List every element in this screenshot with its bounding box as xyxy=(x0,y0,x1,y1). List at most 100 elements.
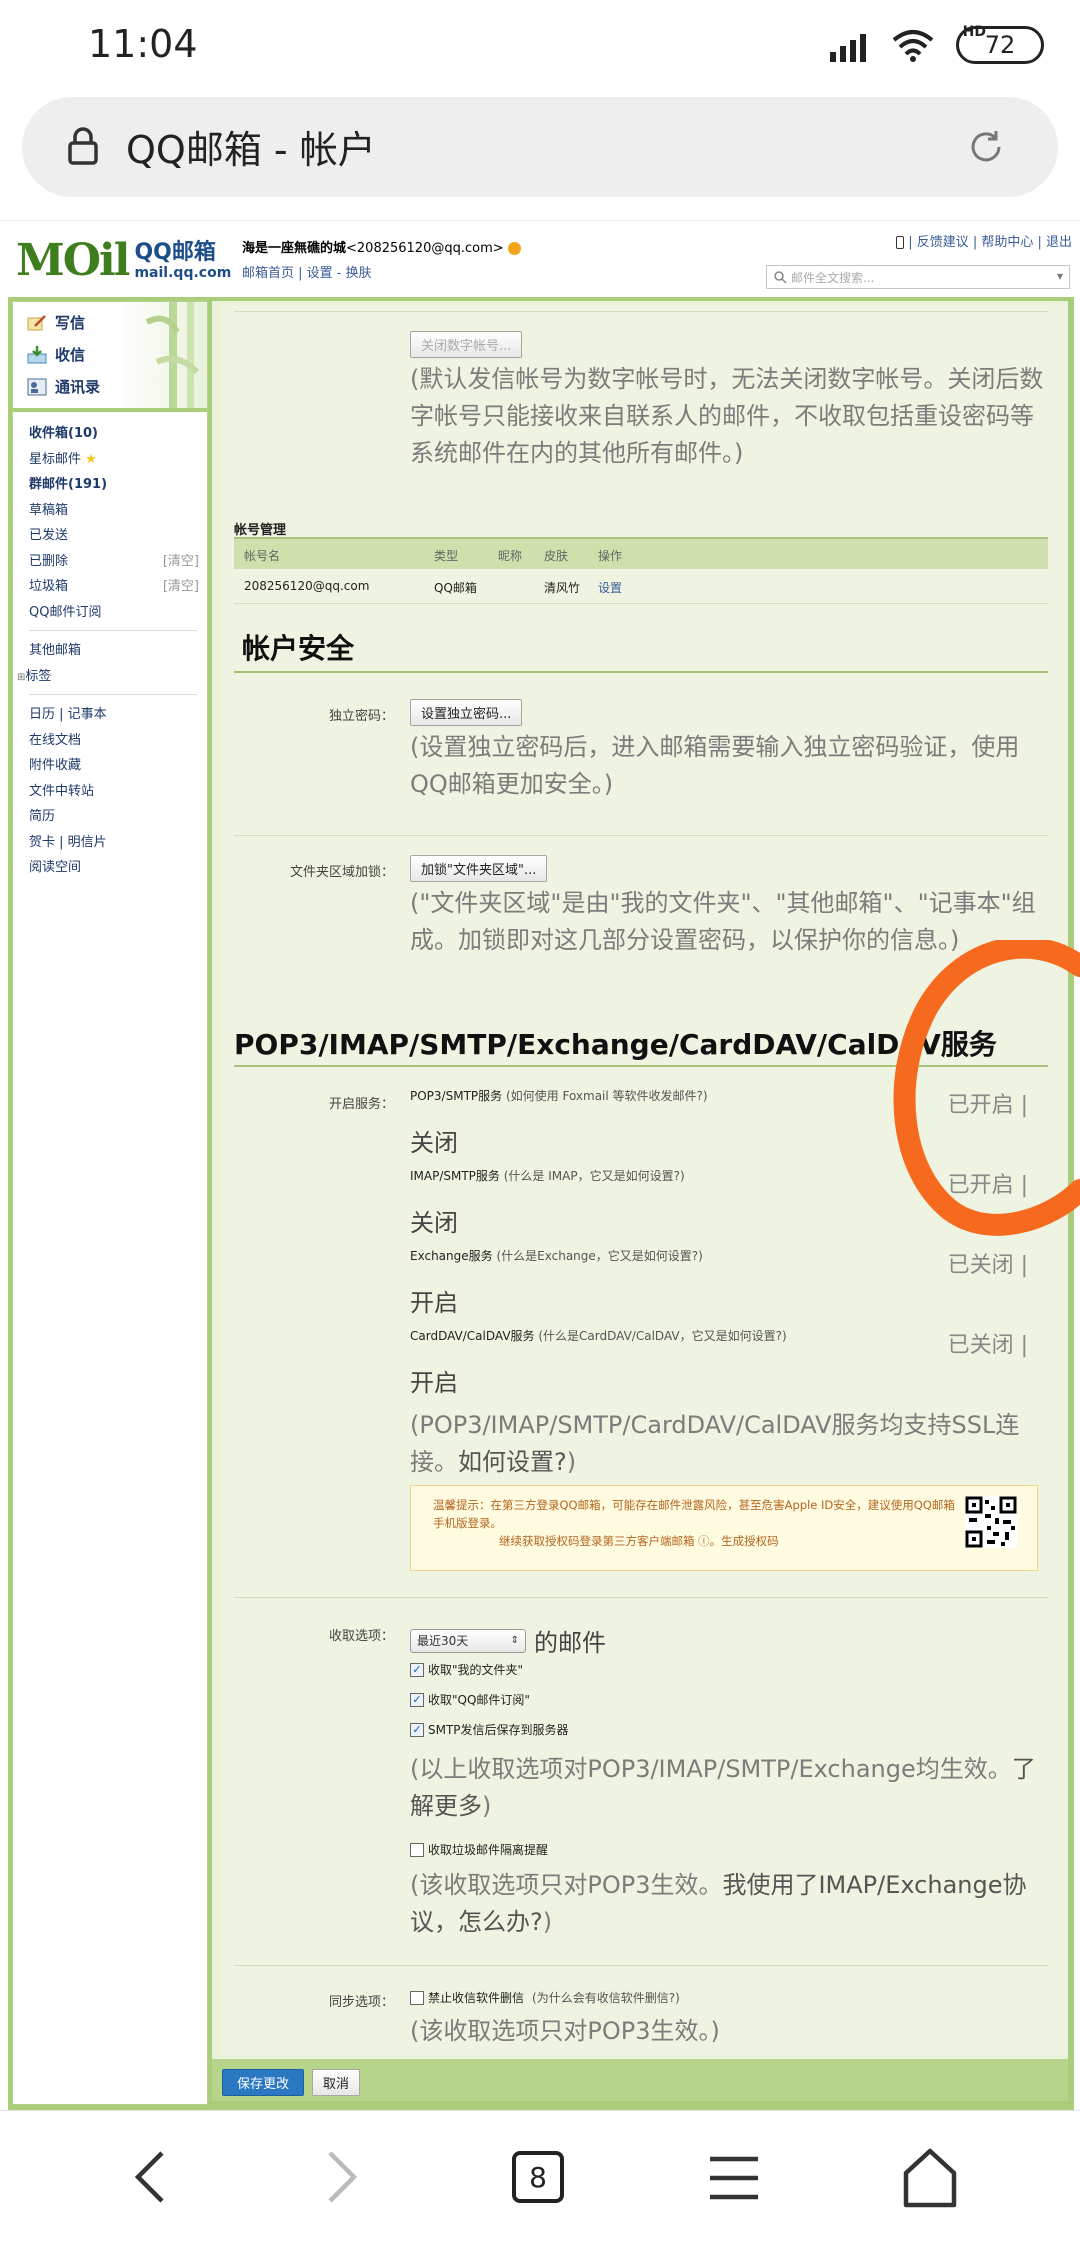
exchange-toggle-link[interactable]: 开启 xyxy=(410,1283,458,1318)
tool-attachments[interactable]: 附件收藏 xyxy=(29,754,207,780)
receive-label: 收信 xyxy=(55,346,86,364)
spam-note-end: ) xyxy=(542,1908,553,1936)
user-email: <208256120@qq.com> xyxy=(346,241,504,256)
checkbox-label: 禁止收信软件删信 xyxy=(428,1991,525,2005)
tool-label: 阅读空间 xyxy=(29,860,82,875)
service-help-link[interactable]: (什么是CardDAV/CalDAV，它又是如何设置?) xyxy=(538,1329,786,1343)
contacts-button[interactable]: 通讯录 xyxy=(27,376,100,397)
alert-dot-icon[interactable] xyxy=(507,242,521,255)
service-status: 已开启 | xyxy=(947,1173,1028,1198)
folder-tags[interactable]: ⊞标签 xyxy=(17,665,207,691)
button-label[interactable]: 设置独立密码... xyxy=(410,699,523,726)
mail-header: MOil QQ邮箱 mail.qq.com 海是一座無礁的城<208256120… xyxy=(0,221,1080,297)
tool-label: 贺卡 | 明信片 xyxy=(29,834,107,850)
checkbox-checked-icon[interactable]: ✓ xyxy=(410,1662,424,1677)
folder-group-mail[interactable]: 群邮件(191) xyxy=(29,473,207,499)
divider xyxy=(29,630,197,631)
carddav-toggle-link[interactable]: 开启 xyxy=(410,1363,458,1398)
folder-inbox[interactable]: 收件箱(10) xyxy=(29,422,207,448)
folder-subscriptions[interactable]: QQ邮件订阅 xyxy=(29,601,207,627)
smtp-save-checkbox[interactable]: ✓ SMTP发信后保存到服务器 xyxy=(410,1721,569,1738)
tool-resume[interactable]: 简历 xyxy=(29,805,207,831)
spam-reminder-checkbox[interactable]: 收取垃圾邮件隔离提醒 xyxy=(410,1841,548,1858)
tool-file-transfer[interactable]: 文件中转站 xyxy=(29,780,207,806)
checkbox-unchecked-icon[interactable] xyxy=(410,1990,424,2005)
top-links[interactable]: | 反馈建议 | 帮助中心 | 退出 xyxy=(896,231,1072,250)
service-help-link[interactable]: (什么是 IMAP，它又是如何设置?) xyxy=(504,1169,685,1183)
receive-subscriptions-checkbox[interactable]: ✓ 收取"QQ邮件订阅" xyxy=(410,1691,530,1708)
security-notice: 温馨提示：在第三方登录QQ邮箱，可能存在邮件泄露风险，甚至危害Apple ID安… xyxy=(410,1485,1038,1571)
independent-password-note: (设置独立密码后，进入邮箱需要输入独立密码验证，使用QQ邮箱更加安全。) xyxy=(410,733,1020,798)
cancel-button[interactable]: 取消 xyxy=(312,2069,361,2096)
reload-icon[interactable] xyxy=(966,127,1006,167)
page-title: QQ邮箱 - 帐户 xyxy=(126,128,376,172)
receive-my-folders-checkbox[interactable]: ✓ 收取"我的文件夹" xyxy=(410,1661,523,1678)
phone-icon[interactable] xyxy=(896,236,905,249)
checkbox-checked-icon[interactable]: ✓ xyxy=(410,1692,424,1707)
col-action: 操作 xyxy=(598,549,623,563)
search-placeholder: 邮件全文搜索... xyxy=(791,271,875,285)
checkbox-unchecked-icon[interactable] xyxy=(410,1842,424,1857)
tabs-button[interactable]: 8 xyxy=(512,2151,564,2203)
folder-lock-button[interactable]: 加锁"文件夹区域"... xyxy=(410,855,548,882)
folder-label: 收件箱(10) xyxy=(29,426,98,441)
col-type: 类型 xyxy=(434,549,459,563)
service-help-link[interactable]: (如何使用 Foxmail 等软件收发邮件?) xyxy=(506,1089,708,1103)
home-icon[interactable] xyxy=(900,2147,960,2209)
clock: 11:04 xyxy=(88,22,198,66)
prevent-delete-checkbox[interactable]: 禁止收信软件删信 (为什么会有收信软件删信?) xyxy=(410,1989,680,2006)
generate-auth-code-link[interactable]: 继续获取授权码登录第三方客户端邮箱 ⓘ。生成授权码 xyxy=(499,1532,957,1550)
folder-deleted[interactable]: 已删除 [清空] xyxy=(29,550,207,576)
settings-link[interactable]: 设置 xyxy=(598,579,622,596)
divider xyxy=(234,1065,1048,1067)
folder-sent[interactable]: 已发送 xyxy=(29,524,207,550)
service-name: POP3/SMTP服务 xyxy=(410,1089,503,1103)
tool-cards[interactable]: 贺卡 | 明信片 xyxy=(29,831,207,857)
save-button[interactable]: 保存更改 xyxy=(222,2069,305,2096)
signal-icon: HD xyxy=(826,24,986,62)
checkbox-label: SMTP发信后保存到服务器 xyxy=(428,1723,569,1737)
address-bar[interactable]: QQ邮箱 - 帐户 xyxy=(22,97,1058,197)
sidebar: 写信 收信 通讯录 收件箱(10) 星标邮件 ★ 群邮件(191) 草稿箱 已发… xyxy=(12,301,208,2105)
divider xyxy=(234,671,1048,673)
clear-spam-link[interactable]: [清空] xyxy=(163,575,199,594)
folder-starred[interactable]: 星标邮件 ★ xyxy=(29,448,207,474)
pop3-toggle-link[interactable]: 关闭 xyxy=(410,1123,458,1158)
user-info: 海是一座無礁的城<208256120@qq.com> 邮箱首页 | 设置 - 换… xyxy=(242,237,521,281)
tool-reading[interactable]: 阅读空间 xyxy=(29,856,207,882)
imap-toggle-link[interactable]: 关闭 xyxy=(410,1203,458,1238)
folder-spam[interactable]: 垃圾箱 [清空] xyxy=(29,575,207,601)
folder-lock-label: 文件夹区域加锁： xyxy=(289,865,394,880)
checkbox-checked-icon[interactable]: ✓ xyxy=(410,1722,424,1737)
qr-code-icon xyxy=(965,1496,1017,1548)
folder-drafts[interactable]: 草稿箱 xyxy=(29,499,207,525)
receive-period-select[interactable]: 最近30天 ⇕ xyxy=(410,1628,526,1653)
tool-docs[interactable]: 在线文档 xyxy=(29,729,207,755)
contacts-label: 通讯录 xyxy=(55,378,101,396)
receive-button[interactable]: 收信 xyxy=(27,344,85,365)
ssl-note-end: ) xyxy=(566,1448,577,1476)
button-label[interactable]: 加锁"文件夹区域"... xyxy=(410,855,548,882)
user-links[interactable]: 邮箱首页 | 设置 - 换肤 xyxy=(242,262,521,281)
service-name: CardDAV/CalDAV服务 xyxy=(410,1329,535,1343)
set-independent-password-button[interactable]: 设置独立密码... xyxy=(410,699,523,726)
digital-account-note: (默认发信帐号为数字帐号时，无法关闭数字帐号。关闭后数字帐号只能接收来自联系人的… xyxy=(410,365,1044,467)
compose-button[interactable]: 写信 xyxy=(27,312,85,333)
forward-icon[interactable] xyxy=(322,2147,362,2207)
compose-icon xyxy=(27,314,46,330)
chevron-down-icon[interactable]: ▾ xyxy=(1057,269,1063,283)
menu-icon[interactable] xyxy=(708,2155,760,2201)
qq-mail-logo[interactable]: MOil QQ邮箱 mail.qq.com xyxy=(16,235,231,286)
folder-other-mailbox[interactable]: 其他邮箱 xyxy=(29,639,207,665)
clear-deleted-link[interactable]: [清空] xyxy=(163,550,199,569)
receive-note-end: ) xyxy=(482,1792,492,1820)
service-help-link[interactable]: (什么是Exchange，它又是如何设置?) xyxy=(496,1249,702,1263)
close-digital-account-button[interactable]: 关闭数字帐号... xyxy=(410,331,523,358)
sync-help-link[interactable]: (为什么会有收信软件删信?) xyxy=(532,1989,680,2006)
search-input[interactable]: 邮件全文搜索... ▾ xyxy=(766,265,1070,289)
tool-calendar[interactable]: 日历 | 记事本 xyxy=(29,703,207,729)
ssl-howto-link[interactable]: 如何设置? xyxy=(458,1448,567,1476)
button-label[interactable]: 关闭数字帐号... xyxy=(410,331,523,358)
top-links-text[interactable]: | 反馈建议 | 帮助中心 | 退出 xyxy=(908,235,1072,250)
back-icon[interactable] xyxy=(130,2147,170,2207)
